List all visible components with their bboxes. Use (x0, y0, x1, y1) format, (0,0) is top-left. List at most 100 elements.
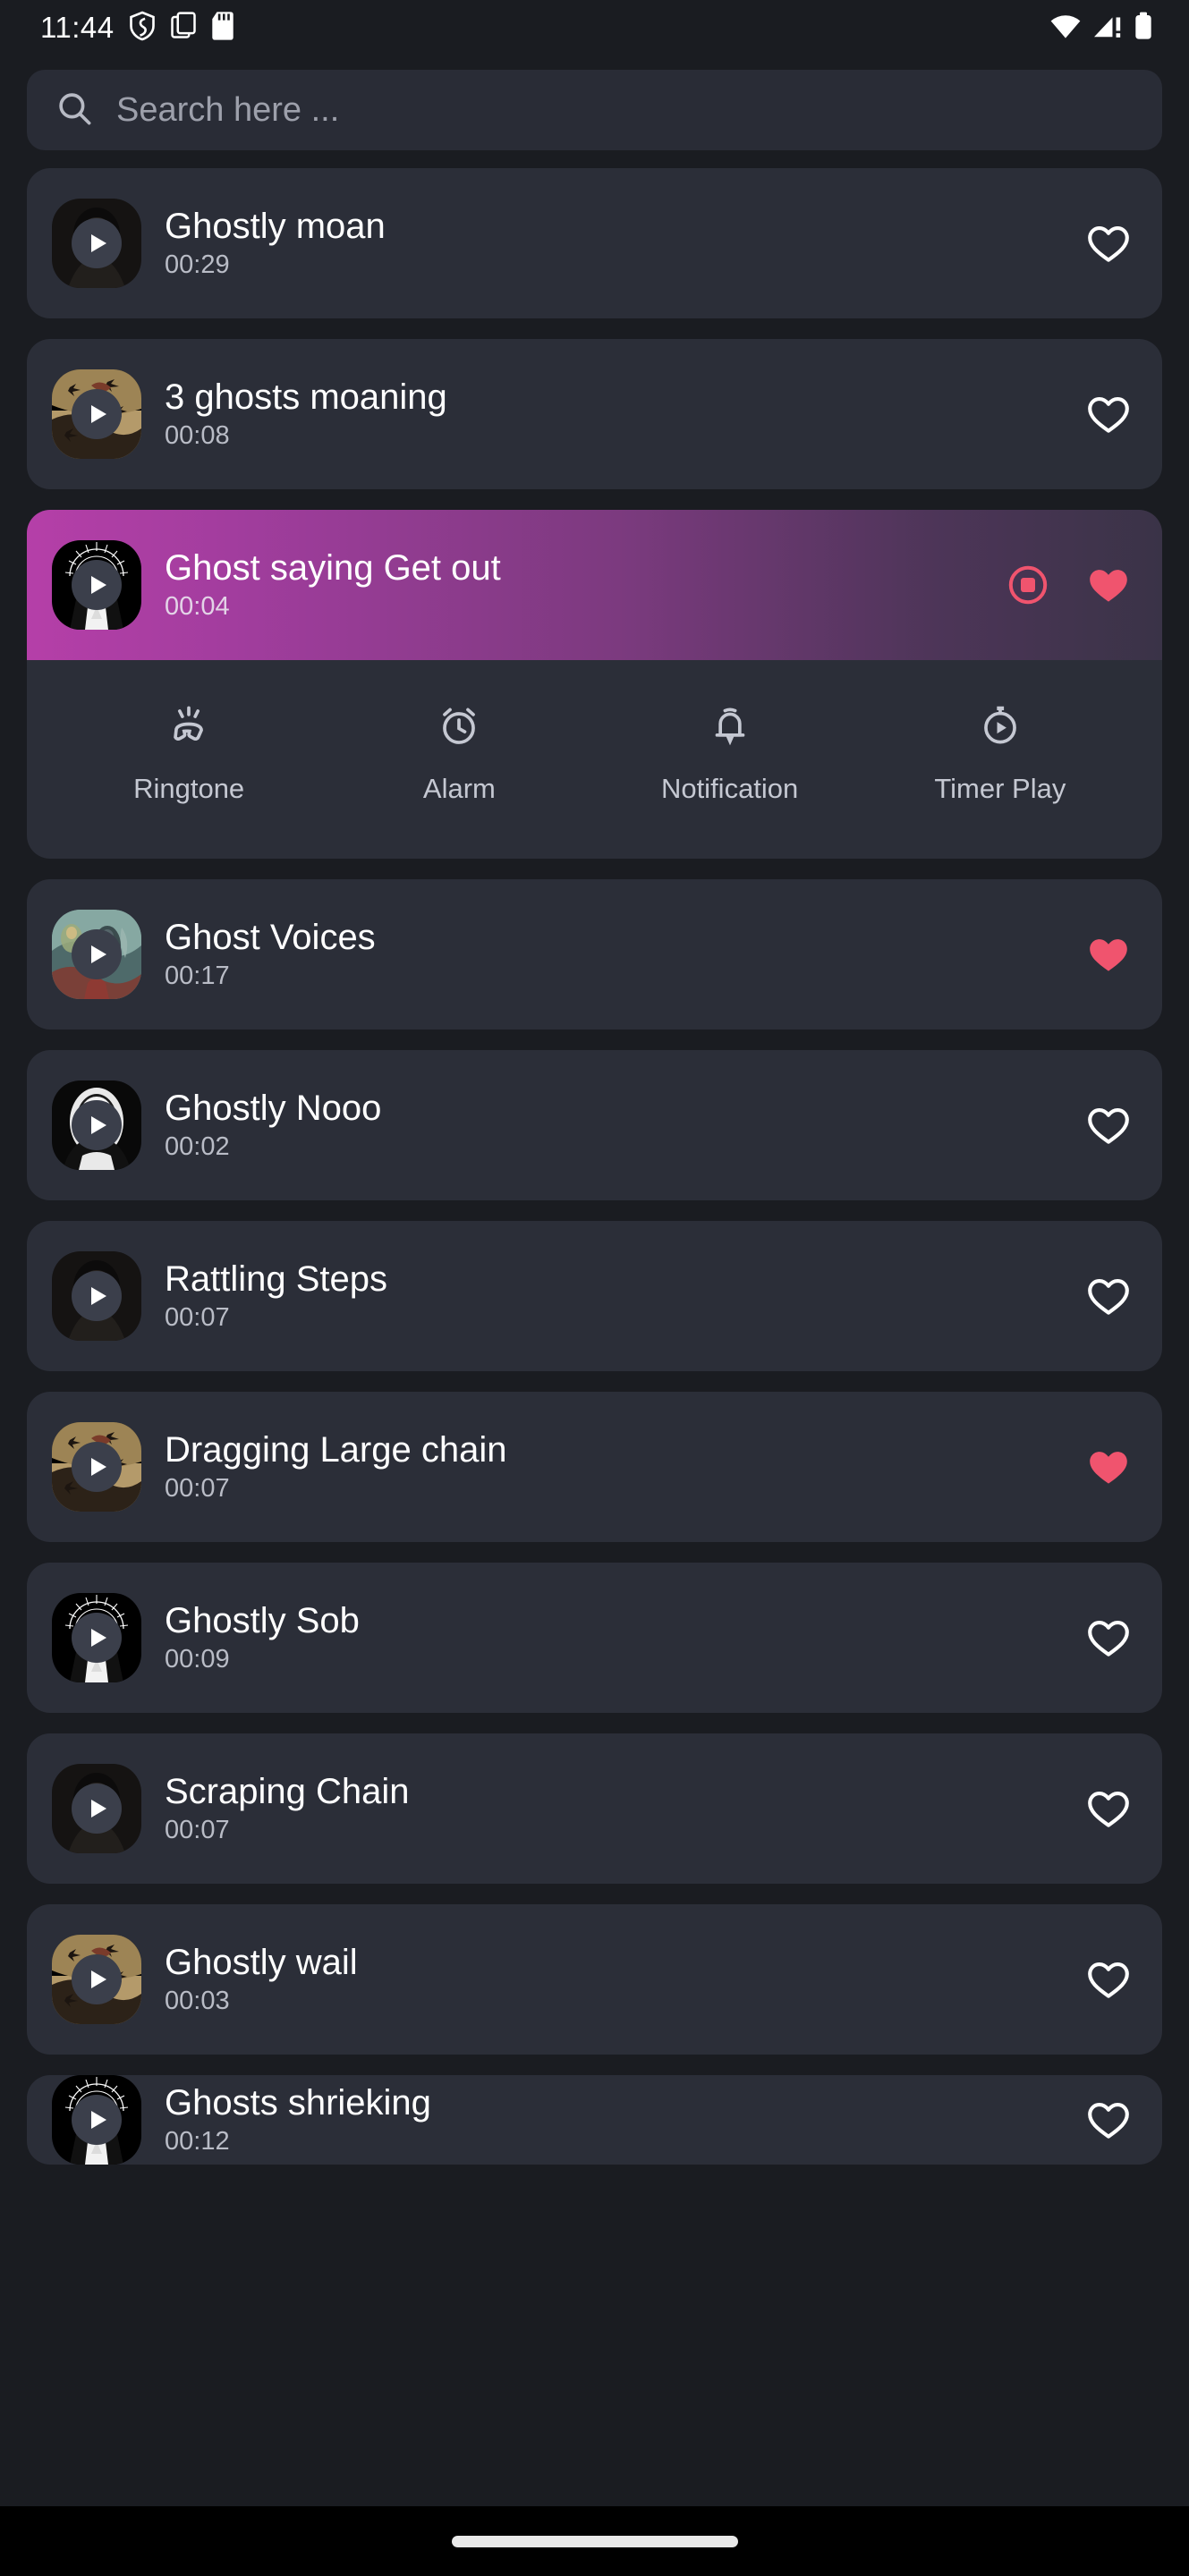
sound-row[interactable]: Ghostly Sob 00:09 (27, 1563, 1162, 1713)
sound-row[interactable]: Dragging Large chain 00:07 (27, 1392, 1162, 1542)
battery-icon (1134, 12, 1153, 45)
heart-outline-icon[interactable] (1085, 1273, 1132, 1319)
cellular-signal-icon (1092, 13, 1123, 44)
sound-title: Ghostly Sob (165, 1600, 360, 1640)
row-actions (1085, 1956, 1132, 2003)
play-icon[interactable] (72, 1271, 122, 1321)
sound-duration: 00:07 (165, 1473, 230, 1503)
heart-outline-icon[interactable] (1085, 1785, 1132, 1832)
sound-thumbnail[interactable] (52, 1593, 141, 1682)
ringtone-icon (166, 702, 212, 753)
sound-title: Ghostly Nooo (165, 1088, 382, 1128)
row-actions (1085, 1102, 1132, 1148)
copy-icon (170, 11, 197, 46)
heart-outline-icon[interactable] (1085, 391, 1132, 437)
heart-outline-icon[interactable] (1085, 220, 1132, 267)
play-icon[interactable] (72, 218, 122, 268)
sd-card-icon (211, 11, 234, 46)
sound-row[interactable]: Ghostly wail 00:03 (27, 1904, 1162, 2055)
wifi-icon (1049, 13, 1082, 44)
status-bar-left: 11:44 (40, 11, 234, 46)
sound-meta: Ghostly wail 00:03 (165, 1944, 358, 2016)
sound-duration: 00:12 (165, 2126, 230, 2156)
sound-title: 3 ghosts moaning (165, 377, 447, 417)
sound-meta: Dragging Large chain 00:07 (165, 1431, 506, 1504)
search-input[interactable] (116, 90, 1134, 130)
action-timer-play[interactable]: Timer Play (865, 702, 1135, 805)
search-bar[interactable] (27, 70, 1162, 150)
row-actions (1085, 931, 1132, 978)
play-icon[interactable] (72, 560, 122, 610)
sound-thumbnail[interactable] (52, 1764, 141, 1853)
sound-row[interactable]: Ghost Voices 00:17 (27, 879, 1162, 1030)
sound-meta: Ghost Voices 00:17 (165, 919, 376, 991)
sound-title: Ghost saying Get out (165, 547, 501, 588)
search-icon (55, 89, 93, 131)
sound-duration: 00:17 (165, 961, 230, 990)
sound-thumbnail[interactable] (52, 1080, 141, 1170)
alarm-clock-icon (436, 702, 482, 753)
heart-filled-icon[interactable] (1085, 562, 1132, 608)
sound-duration: 00:02 (165, 1131, 230, 1161)
play-icon[interactable] (72, 929, 122, 979)
sound-thumbnail[interactable] (52, 910, 141, 999)
play-icon[interactable] (72, 1442, 122, 1492)
stop-circle-icon[interactable] (1006, 564, 1049, 606)
shield-icon (129, 11, 156, 46)
sound-action-panel: Ringtone Alarm Notification Timer Play (27, 660, 1162, 859)
heart-filled-icon[interactable] (1085, 1444, 1132, 1490)
action-alarm[interactable]: Alarm (324, 702, 594, 805)
sound-meta: Rattling Steps 00:07 (165, 1260, 387, 1333)
row-actions (1085, 1614, 1132, 1661)
sound-title: Dragging Large chain (165, 1429, 507, 1470)
play-icon[interactable] (72, 389, 122, 439)
sound-title: Rattling Steps (165, 1258, 388, 1299)
home-gesture-pill[interactable] (451, 2535, 738, 2547)
status-bar: 11:44 (0, 0, 1189, 55)
heart-filled-icon[interactable] (1085, 931, 1132, 978)
sound-list[interactable]: Ghostly moan 00:29 3 ghosts moaning 00:08 (0, 161, 1189, 2506)
sound-row[interactable]: Ghostly moan 00:29 (27, 168, 1162, 318)
action-ringtone[interactable]: Ringtone (54, 702, 324, 805)
play-icon[interactable] (72, 1100, 122, 1150)
sound-thumbnail[interactable] (52, 2075, 141, 2165)
sound-meta: Scraping Chain 00:07 (165, 1773, 410, 1845)
play-icon[interactable] (72, 1613, 122, 1663)
sound-title: Ghostly wail (165, 1942, 358, 1982)
heart-outline-icon[interactable] (1085, 1102, 1132, 1148)
action-label: Notification (660, 772, 799, 804)
row-actions (1085, 2097, 1132, 2143)
sound-thumbnail[interactable] (52, 1935, 141, 2024)
row-actions (1085, 391, 1132, 437)
sound-row-playing[interactable]: Ghost saying Get out 00:04 (27, 510, 1162, 660)
row-actions (1085, 1785, 1132, 1832)
sound-row[interactable]: Rattling Steps 00:07 (27, 1221, 1162, 1371)
sound-meta: 3 ghosts moaning 00:08 (165, 378, 447, 451)
sound-title: Ghost Voices (165, 917, 376, 957)
sound-title: Ghostly moan (165, 206, 386, 246)
sound-thumbnail[interactable] (52, 199, 141, 288)
action-notification[interactable]: Notification (595, 702, 865, 805)
heart-outline-icon[interactable] (1085, 1956, 1132, 2003)
sound-meta: Ghostly moan 00:29 (165, 208, 386, 280)
sound-row[interactable]: 3 ghosts moaning 00:08 (27, 339, 1162, 489)
sound-row[interactable]: Scraping Chain 00:07 (27, 1733, 1162, 1884)
heart-outline-icon[interactable] (1085, 1614, 1132, 1661)
status-bar-right (1049, 12, 1153, 45)
sound-title: Scraping Chain (165, 1771, 410, 1811)
sound-row[interactable]: Ghosts shrieking 00:12 (27, 2075, 1162, 2165)
sound-thumbnail[interactable] (52, 540, 141, 630)
sound-row[interactable]: Ghostly Nooo 00:02 (27, 1050, 1162, 1200)
sound-thumbnail[interactable] (52, 369, 141, 459)
sound-duration: 00:07 (165, 1815, 230, 1844)
play-icon[interactable] (72, 1954, 122, 2004)
system-navigation-bar (0, 2506, 1189, 2576)
action-label: Timer Play (934, 772, 1066, 804)
sound-meta: Ghostly Nooo 00:02 (165, 1089, 381, 1162)
sound-thumbnail[interactable] (52, 1251, 141, 1341)
play-icon[interactable] (72, 1784, 122, 1834)
heart-outline-icon[interactable] (1085, 2097, 1132, 2143)
play-icon[interactable] (72, 2095, 122, 2145)
sound-meta: Ghosts shrieking 00:12 (165, 2084, 431, 2157)
sound-thumbnail[interactable] (52, 1422, 141, 1512)
